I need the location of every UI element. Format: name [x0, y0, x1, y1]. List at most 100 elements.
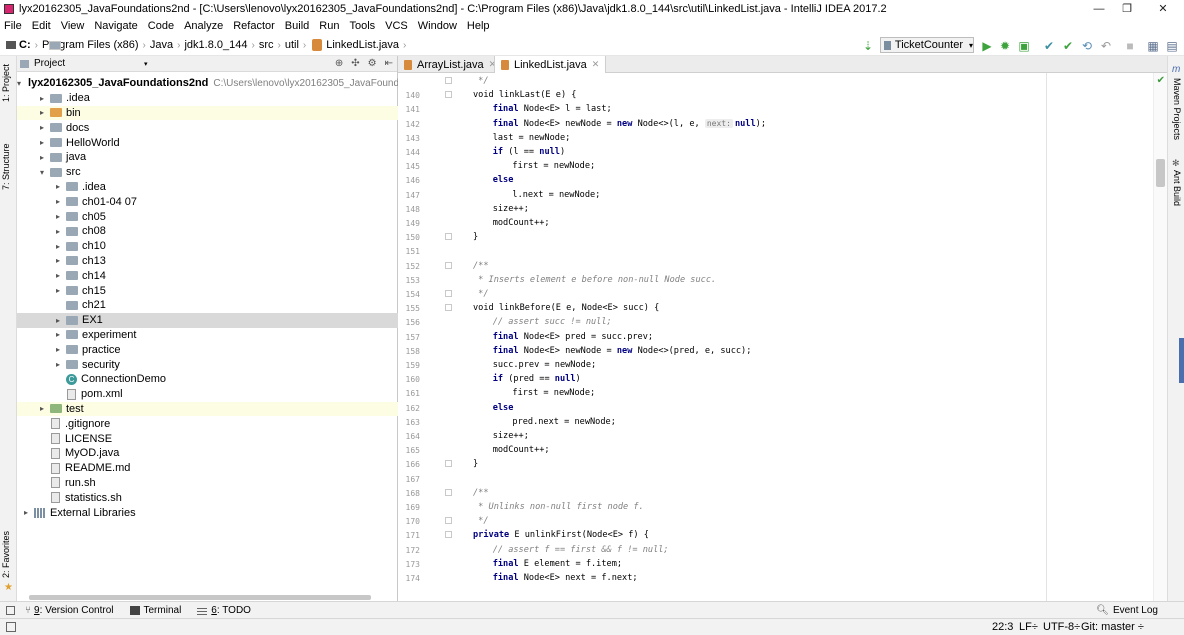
tree-item[interactable]: ▸ ch05	[17, 209, 398, 224]
vertical-scrollbar[interactable]: ✔	[1153, 73, 1167, 601]
build-arrow-icon[interactable]: ⇣	[862, 40, 874, 52]
chevron-down-icon[interactable]: ▾	[144, 60, 148, 68]
stop-icon[interactable]: ■	[1124, 40, 1136, 52]
coverage-icon[interactable]: ▣	[1018, 40, 1030, 52]
tree-item[interactable]: ▸ ch13	[17, 254, 398, 269]
chevron-right-icon[interactable]: ▸	[53, 345, 63, 354]
tab-todo[interactable]: 6: TODO	[197, 605, 251, 616]
chevron-right-icon[interactable]: ▸	[53, 316, 63, 325]
debug-icon[interactable]: ✹	[999, 40, 1011, 52]
menu-window[interactable]: Window	[413, 20, 462, 32]
fold-marker-icon[interactable]	[445, 488, 452, 496]
tree-item[interactable]: ch21	[17, 298, 398, 313]
scroll-from-source-icon[interactable]: ⊕	[335, 58, 343, 69]
run-icon[interactable]: ▶	[981, 40, 993, 52]
sdk-icon[interactable]: ▤	[1166, 40, 1178, 52]
settings-gear-icon[interactable]: ⚙	[368, 58, 377, 69]
tree-item[interactable]: ▸ HelloWorld	[17, 135, 398, 150]
menu-navigate[interactable]: Navigate	[89, 20, 142, 32]
fold-marker-icon[interactable]	[445, 91, 452, 99]
tab-linkedlist-java[interactable]: LinkedList.java ✕	[494, 56, 607, 73]
chevron-right-icon[interactable]: ▸	[53, 227, 63, 236]
menu-code[interactable]: Code	[143, 20, 179, 32]
chevron-right-icon[interactable]: ▸	[37, 153, 47, 162]
menu-view[interactable]: View	[56, 20, 90, 32]
tab-terminal[interactable]: Terminal	[129, 605, 181, 616]
tool-windows-icon[interactable]	[6, 605, 15, 615]
event-log-button[interactable]: 🔍︎ Event Log	[1096, 605, 1158, 616]
menu-analyze[interactable]: Analyze	[179, 20, 228, 32]
chevron-right-icon[interactable]: ▸	[53, 197, 63, 206]
tree-item[interactable]: ▸ bin	[17, 105, 398, 121]
fold-marker-icon[interactable]	[445, 233, 452, 241]
revert-icon[interactable]: ↶	[1100, 40, 1112, 52]
chevron-right-icon[interactable]: ▸	[37, 138, 47, 147]
tree-item[interactable]: ▸ security	[17, 357, 398, 372]
tab-ant-build[interactable]: Ant Build	[1172, 170, 1182, 206]
project-view-select[interactable]: Project	[34, 58, 65, 69]
tree-item[interactable]: ▾ src	[17, 165, 398, 180]
fold-marker-icon[interactable]	[445, 531, 452, 539]
tree-item[interactable]: ▸ .idea	[17, 91, 398, 106]
fold-marker-icon[interactable]	[445, 517, 452, 525]
tree-item[interactable]: ▸ java	[17, 150, 398, 165]
chevron-down-icon[interactable]: ▾	[37, 168, 47, 177]
tree-item[interactable]: pom.xml	[17, 387, 398, 402]
chevron-right-icon[interactable]: ▸	[53, 330, 63, 339]
fold-marker-icon[interactable]	[445, 304, 452, 312]
breadcrumb-item[interactable]: LinkedList.java	[326, 39, 399, 51]
tab-structure[interactable]: 7: Structure	[1, 143, 11, 190]
menu-file[interactable]: File	[0, 20, 27, 32]
tree-item[interactable]: ▸ ch15	[17, 283, 398, 298]
tree-item[interactable]: ▸ test	[17, 401, 398, 417]
chevron-down-icon[interactable]: ▾	[17, 79, 21, 88]
line-number-gutter[interactable]: 140 141 142 143 144 145 146 147 148 149 150 151 152 1…	[398, 73, 452, 601]
tab-favorites[interactable]: 2: Favorites	[1, 531, 11, 578]
collapse-all-icon[interactable]: ✣	[351, 58, 359, 69]
run-configuration-select[interactable]: TicketCounter ▾	[880, 37, 974, 53]
menu-build[interactable]: Build	[280, 20, 314, 32]
chevron-right-icon[interactable]: ▸	[53, 271, 63, 280]
tree-item[interactable]: C ConnectionDemo	[17, 372, 398, 387]
breadcrumb-item[interactable]: src	[259, 39, 274, 51]
vcs-update-icon[interactable]: ✔	[1043, 40, 1055, 52]
menu-help[interactable]: Help	[462, 20, 495, 32]
fold-marker-icon[interactable]	[445, 261, 452, 269]
project-structure-icon[interactable]: ▦	[1147, 40, 1159, 52]
code-editor[interactable]: */void linkLast(E e) {final Node<E> l = …	[452, 73, 1152, 601]
tab-project[interactable]: 1: Project	[1, 64, 11, 102]
toggle-tool-windows-icon[interactable]	[6, 622, 16, 632]
tree-item[interactable]: ▸ ch01-04 07	[17, 194, 398, 209]
line-separator[interactable]: LF÷	[1019, 621, 1038, 633]
breadcrumb-item[interactable]: util	[285, 39, 299, 51]
file-encoding[interactable]: UTF-8÷	[1043, 621, 1080, 633]
fold-marker-icon[interactable]	[445, 77, 452, 84]
vcs-commit-icon[interactable]: ✔	[1062, 40, 1074, 52]
menu-edit[interactable]: Edit	[27, 20, 56, 32]
tree-item[interactable]: ▸ experiment	[17, 328, 398, 343]
breadcrumb-drive[interactable]: C:	[19, 39, 31, 51]
tree-item[interactable]: ▾ lyx20162305_JavaFoundations2nd C:\Users\…	[17, 76, 399, 91]
close-button[interactable]: ✕	[1140, 0, 1184, 17]
chevron-right-icon[interactable]: ▸	[53, 286, 63, 295]
hide-panel-icon[interactable]: ⇤	[385, 58, 393, 69]
tree-item[interactable]: ▸ ch10	[17, 239, 398, 254]
tree-item[interactable]: ▸ ch08	[17, 224, 398, 239]
vcs-history-icon[interactable]: ⟲	[1081, 40, 1093, 52]
breadcrumb-item[interactable]: Java	[150, 39, 173, 51]
tree-item[interactable]: README.md	[17, 461, 398, 476]
tree-item[interactable]: .gitignore	[17, 416, 398, 431]
chevron-right-icon[interactable]: ▸	[53, 256, 63, 265]
horizontal-scrollbar[interactable]	[29, 595, 371, 600]
caret-position[interactable]: 22:3	[992, 621, 1013, 633]
git-branch[interactable]: Git: master ÷	[1081, 621, 1144, 633]
close-icon[interactable]: ✕	[592, 59, 600, 70]
chevron-right-icon[interactable]: ▸	[37, 94, 47, 103]
chevron-right-icon[interactable]: ▸	[37, 108, 47, 117]
tree-item[interactable]: ▸ ch14	[17, 268, 398, 283]
tab-version-control[interactable]: ⑂ 9: Version Control	[25, 605, 114, 616]
tree-item[interactable]: ▸ EX1	[17, 312, 398, 328]
fold-marker-icon[interactable]	[445, 460, 452, 468]
tree-item[interactable]: statistics.sh	[17, 490, 398, 505]
chevron-right-icon[interactable]: ▸	[37, 123, 47, 132]
